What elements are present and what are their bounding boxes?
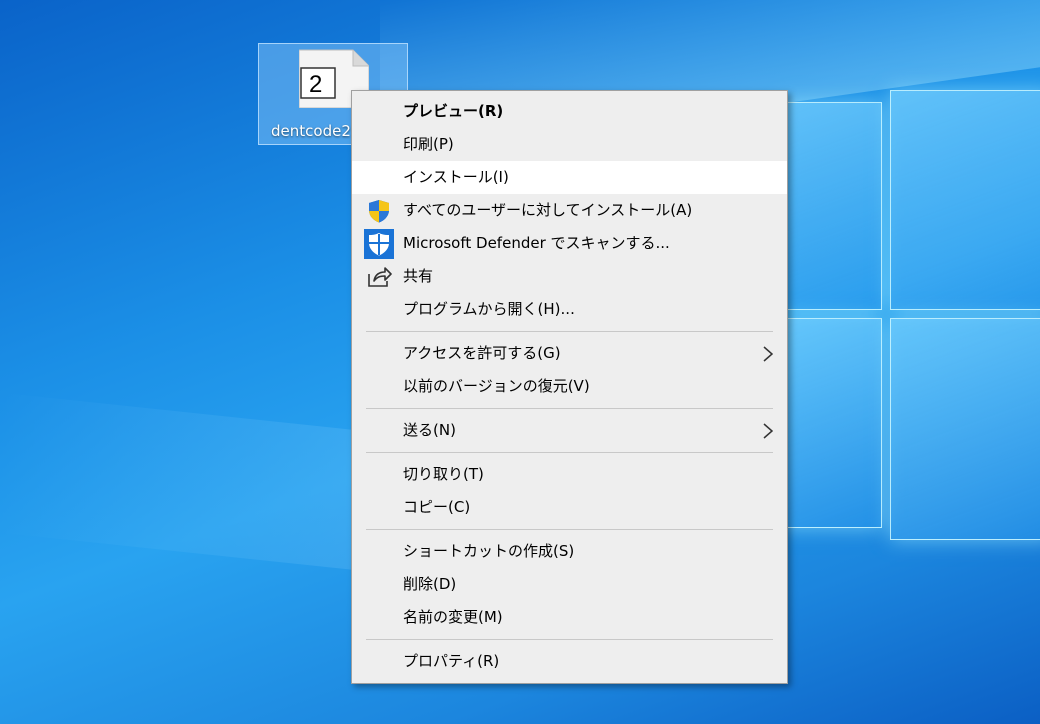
menu-item-create-shortcut[interactable]: ショートカットの作成(S) — [352, 535, 787, 568]
chevron-right-icon — [763, 346, 773, 362]
menu-item-label: 削除(D) — [403, 575, 457, 593]
menu-item-cut[interactable]: 切り取り(T) — [352, 458, 787, 491]
menu-item-label: 以前のバージョンの復元(V) — [403, 377, 590, 395]
menu-item-label: 名前の変更(M) — [403, 608, 503, 626]
context-menu: プレビュー(R) 印刷(P) インストール(I) すべてのユーザーに対してインス… — [351, 90, 788, 684]
menu-separator — [366, 529, 773, 530]
menu-item-label: 印刷(P) — [403, 135, 454, 153]
menu-item-label: アクセスを許可する(G) — [403, 344, 561, 362]
menu-item-label: Microsoft Defender でスキャンする... — [403, 234, 670, 252]
logo-pane — [780, 102, 882, 310]
menu-item-install[interactable]: インストール(I) — [352, 161, 787, 194]
menu-item-label: コピー(C) — [403, 498, 471, 516]
menu-item-restore-versions[interactable]: 以前のバージョンの復元(V) — [352, 370, 787, 403]
defender-icon — [364, 229, 394, 259]
menu-item-label: ショートカットの作成(S) — [403, 542, 575, 560]
menu-item-print[interactable]: 印刷(P) — [352, 128, 787, 161]
menu-item-rename[interactable]: 名前の変更(M) — [352, 601, 787, 634]
menu-separator — [366, 331, 773, 332]
menu-separator — [366, 408, 773, 409]
menu-item-delete[interactable]: 削除(D) — [352, 568, 787, 601]
menu-item-install-all-users[interactable]: すべてのユーザーに対してインストール(A) — [352, 194, 787, 227]
menu-item-label: プロパティ(R) — [403, 652, 500, 670]
menu-item-copy[interactable]: コピー(C) — [352, 491, 787, 524]
menu-item-open-with[interactable]: プログラムから開く(H)... — [352, 293, 787, 326]
menu-item-label: プログラムから開く(H)... — [403, 300, 575, 318]
menu-item-give-access[interactable]: アクセスを許可する(G) — [352, 337, 787, 370]
menu-item-share[interactable]: 共有 — [352, 260, 787, 293]
logo-pane — [780, 318, 882, 528]
menu-separator — [366, 639, 773, 640]
chevron-right-icon — [763, 423, 773, 439]
menu-item-defender-scan[interactable]: Microsoft Defender でスキャンする... — [352, 227, 787, 260]
menu-item-label: 共有 — [403, 267, 434, 285]
windows-logo-wallpaper — [780, 90, 1040, 540]
menu-item-label: プレビュー(R) — [403, 102, 504, 120]
file-badge: 2 — [309, 71, 322, 98]
menu-item-properties[interactable]: プロパティ(R) — [352, 645, 787, 678]
menu-separator — [366, 452, 773, 453]
uac-shield-icon — [369, 200, 389, 223]
menu-item-label: 送る(N) — [403, 421, 456, 439]
menu-item-label: 切り取り(T) — [403, 465, 484, 483]
logo-pane — [890, 318, 1040, 540]
share-icon — [368, 267, 392, 287]
menu-item-label: すべてのユーザーに対してインストール(A) — [403, 201, 693, 219]
menu-item-label: インストール(I) — [403, 168, 509, 186]
menu-item-send-to[interactable]: 送る(N) — [352, 414, 787, 447]
menu-item-preview[interactable]: プレビュー(R) — [352, 95, 787, 128]
logo-pane — [890, 90, 1040, 310]
